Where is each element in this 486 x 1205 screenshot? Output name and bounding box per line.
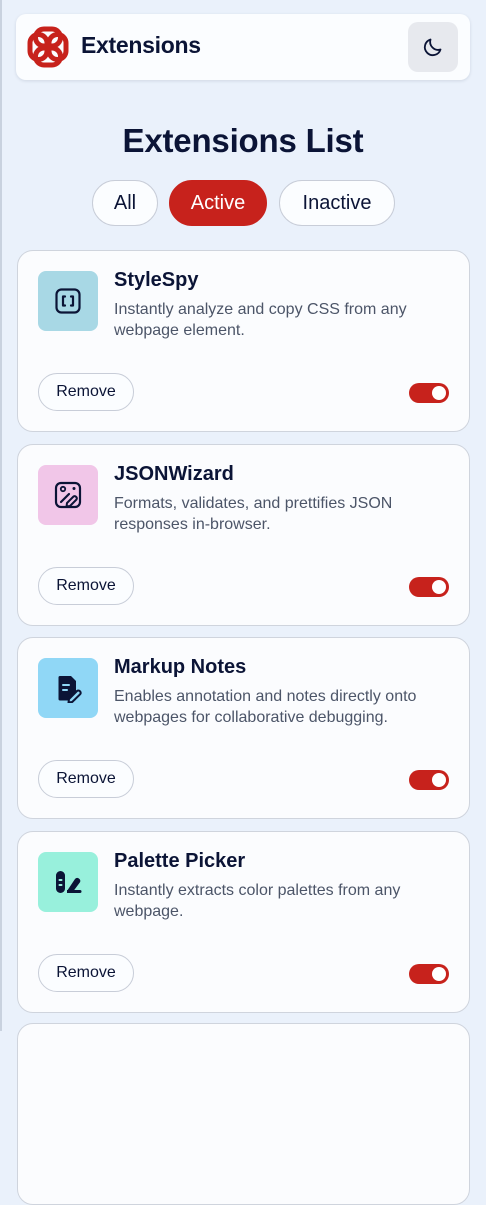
moon-icon [423,38,442,57]
extension-card-palette-picker: Palette Picker Instantly extracts color … [17,831,470,1013]
enable-toggle[interactable] [409,770,449,790]
filter-tabs: All Active Inactive [0,180,486,226]
theme-toggle-button[interactable] [408,22,458,72]
extension-card-partial [17,1023,470,1205]
extension-name: JSONWizard [114,463,234,485]
filter-inactive-button[interactable]: Inactive [279,180,395,226]
palette-icon [56,871,82,893]
magic-image-icon [54,481,82,509]
extension-card-markup-notes: Markup Notes Enables annotation and note… [17,637,470,819]
extension-card-stylespy: StyleSpy Instantly analyze and copy CSS … [17,250,470,432]
note-pen-icon [58,676,82,703]
extension-name: StyleSpy [114,269,199,291]
toggle-knob [432,773,446,787]
brackets-icon [55,288,81,314]
page-title: Extensions List [122,122,364,159]
app-header: Extensions [16,14,470,80]
enable-toggle[interactable] [409,964,449,984]
enable-toggle[interactable] [409,383,449,403]
extension-icon-tile [38,852,98,912]
extension-name: Markup Notes [114,656,247,678]
filter-active-button[interactable]: Active [169,180,267,226]
remove-button[interactable]: Remove [38,760,134,798]
enable-toggle[interactable] [409,577,449,597]
remove-button[interactable]: Remove [38,567,134,605]
toggle-knob [432,386,446,400]
extension-icon-tile [38,465,98,525]
filter-all-button[interactable]: All [92,180,158,226]
extension-description: Instantly extracts color palettes from a… [114,882,401,920]
extension-icon-tile [38,271,98,331]
logo-icon [27,26,69,68]
extension-description: Instantly analyze and copy CSS from any … [114,301,407,339]
extension-description: Formats, validates, and prettifies JSON … [114,495,393,533]
extension-name: Palette Picker [114,850,246,872]
brand-title: Extensions [81,32,201,58]
extension-card-jsonwizard: JSONWizard Formats, validates, and prett… [17,444,470,626]
remove-button[interactable]: Remove [38,373,134,411]
remove-button[interactable]: Remove [38,954,134,992]
toggle-knob [432,580,446,594]
extension-description: Enables annotation and notes directly on… [114,688,417,726]
extension-icon-tile [38,658,98,718]
toggle-knob [432,967,446,981]
